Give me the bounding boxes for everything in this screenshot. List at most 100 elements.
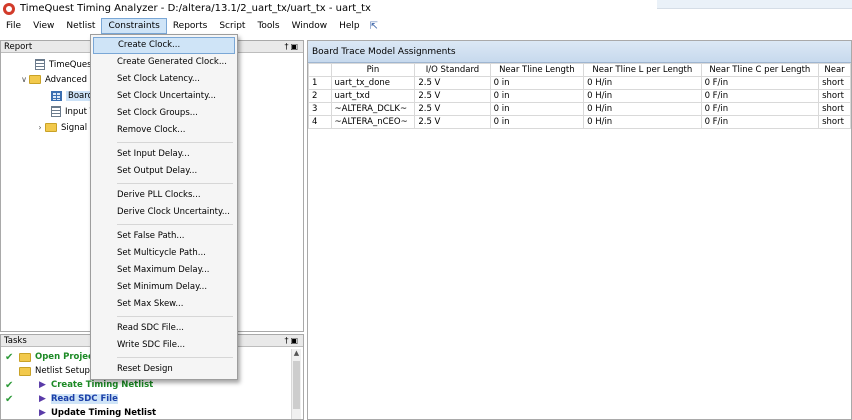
column-header-io-standard[interactable]: I/O Standard [414, 63, 491, 77]
report-panel-title: Report [4, 41, 33, 52]
table-icon [51, 90, 62, 101]
column-header-index[interactable] [308, 63, 332, 77]
menu-item-set-output-delay[interactable]: Set Output Delay... [91, 163, 237, 180]
task-netlist-setup[interactable]: Netlist Setup [19, 364, 90, 378]
folder-icon [19, 366, 31, 376]
menu-tools[interactable]: Tools [251, 18, 285, 34]
check-icon: ✔ [5, 351, 14, 363]
tree-item-board[interactable]: Board [51, 88, 95, 103]
cell: ~ALTERA_DCLK~ [330, 102, 416, 116]
menu-item-set-clock-groups[interactable]: Set Clock Groups... [91, 105, 237, 122]
menu-reports[interactable]: Reports [167, 18, 214, 34]
cell: 2.5 V [414, 89, 491, 103]
cell: 1 [308, 76, 332, 90]
column-header-pin[interactable]: Pin [330, 63, 416, 77]
menu-item-derive-pll-clocks[interactable]: Derive PLL Clocks... [91, 187, 237, 204]
cell: 0 in [489, 76, 585, 90]
whats-this-icon[interactable]: ⇱ [370, 21, 378, 32]
tree-item-advanced[interactable]: ∨ Advanced [19, 72, 87, 87]
cell: 2.5 V [414, 115, 491, 129]
menu-item-set-maximum-delay[interactable]: Set Maximum Delay... [91, 262, 237, 279]
play-icon: ▶ [39, 394, 46, 404]
tasks-scrollbar[interactable]: ▲ [291, 349, 301, 419]
folder-icon [45, 123, 57, 132]
tree-item-timequest[interactable]: TimeQuest [35, 57, 95, 72]
tasks-panel-title: Tasks [4, 335, 27, 346]
folder-icon [19, 352, 31, 362]
check-icon: ✔ [5, 379, 14, 391]
play-icon: ▶ [39, 408, 46, 418]
table-row[interactable]: 1 uart_tx_done 2.5 V 0 in 0 H/in 0 F/in … [308, 76, 851, 90]
menu-constraints[interactable]: Constraints [101, 18, 167, 34]
scroll-up-icon[interactable]: ▲ [292, 349, 301, 357]
cell: short [818, 76, 851, 90]
menu-item-set-false-path[interactable]: Set False Path... [91, 228, 237, 245]
menu-item-remove-clock[interactable]: Remove Clock... [91, 122, 237, 139]
menu-item-set-minimum-delay[interactable]: Set Minimum Delay... [91, 279, 237, 296]
table-header-row: Pin I/O Standard Near Tline Length Near … [308, 63, 851, 77]
table-row[interactable]: 2 uart_txd 2.5 V 0 in 0 H/in 0 F/in shor… [308, 89, 851, 103]
chevron-down-icon[interactable]: ∨ [19, 75, 29, 84]
column-header-near-tline-c[interactable]: Near Tline C per Length [700, 63, 820, 77]
cell: short [818, 115, 851, 129]
task-read-sdc-file[interactable]: ✔ ▶ Read SDC File [5, 392, 118, 406]
table-row[interactable]: 4 ~ALTERA_nCEO~ 2.5 V 0 in 0 H/in 0 F/in… [308, 115, 851, 129]
menu-help[interactable]: Help [333, 18, 366, 34]
menu-separator [117, 316, 233, 317]
column-header-near[interactable]: Near [818, 63, 851, 77]
column-header-near-tline-length[interactable]: Near Tline Length [489, 63, 585, 77]
menu-separator [117, 183, 233, 184]
menu-item-set-multicycle-path[interactable]: Set Multicycle Path... [91, 245, 237, 262]
cell: 0 in [489, 115, 585, 129]
task-create-timing-netlist[interactable]: ✔ ▶ Create Timing Netlist [5, 378, 153, 392]
menu-window[interactable]: Window [286, 18, 334, 34]
menu-item-set-input-delay[interactable]: Set Input Delay... [91, 146, 237, 163]
cell: 3 [308, 102, 332, 116]
cell: 0 in [489, 102, 585, 116]
cell: 0 F/in [700, 102, 820, 116]
menu-file[interactable]: File [0, 18, 27, 34]
column-header-near-tline-l[interactable]: Near Tline L per Length [583, 63, 702, 77]
menu-netlist[interactable]: Netlist [60, 18, 101, 34]
document-icon [35, 59, 45, 70]
menu-item-write-sdc-file[interactable]: Write SDC File... [91, 337, 237, 354]
cell: 0 F/in [700, 89, 820, 103]
tree-item-signal[interactable]: › Signal [35, 120, 87, 135]
check-icon: ✔ [5, 393, 14, 405]
panel-controls[interactable]: †▣ [284, 336, 300, 345]
title-bar: TimeQuest Timing Analyzer - D:/altera/13… [0, 0, 852, 17]
scrollbar-thumb[interactable] [293, 361, 300, 409]
menu-separator [117, 224, 233, 225]
tree-item-input[interactable]: Input T [51, 104, 95, 119]
menu-item-set-clock-latency[interactable]: Set Clock Latency... [91, 71, 237, 88]
menu-item-reset-design[interactable]: Reset Design [91, 361, 237, 378]
task-label: Netlist Setup [35, 366, 90, 376]
chevron-right-icon[interactable]: › [35, 123, 45, 132]
tree-item-label: TimeQuest [49, 59, 95, 70]
menu-separator [117, 357, 233, 358]
cell: uart_tx_done [330, 76, 416, 90]
task-open-project[interactable]: ✔ Open Project [5, 350, 97, 364]
menu-item-create-generated-clock[interactable]: Create Generated Clock... [91, 54, 237, 71]
panel-controls[interactable]: †▣ [284, 42, 300, 51]
folder-icon [29, 75, 41, 84]
cell: 0 H/in [583, 89, 702, 103]
task-update-timing-netlist[interactable]: ▶ Update Timing Netlist [5, 406, 156, 420]
menu-item-derive-clock-uncertainty[interactable]: Derive Clock Uncertainty... [91, 204, 237, 221]
menu-item-set-max-skew[interactable]: Set Max Skew... [91, 296, 237, 313]
table-row[interactable]: 3 ~ALTERA_DCLK~ 2.5 V 0 in 0 H/in 0 F/in… [308, 102, 851, 116]
task-label: Create Timing Netlist [51, 380, 154, 390]
menu-item-create-clock[interactable]: Create Clock... [93, 37, 235, 54]
cell: short [818, 89, 851, 103]
task-label: Read SDC File [51, 394, 118, 404]
menu-view[interactable]: View [27, 18, 60, 34]
menu-script[interactable]: Script [213, 18, 251, 34]
menu-item-read-sdc-file[interactable]: Read SDC File... [91, 320, 237, 337]
cell: 0 F/in [700, 115, 820, 129]
board-trace-panel: Board Trace Model Assignments Pin I/O St… [307, 40, 852, 420]
cell: 4 [308, 115, 332, 129]
tree-item-label: Advanced [45, 74, 87, 85]
task-label: Update Timing Netlist [51, 408, 157, 418]
menu-item-set-clock-uncertainty[interactable]: Set Clock Uncertainty... [91, 88, 237, 105]
cell: 0 H/in [583, 76, 702, 90]
